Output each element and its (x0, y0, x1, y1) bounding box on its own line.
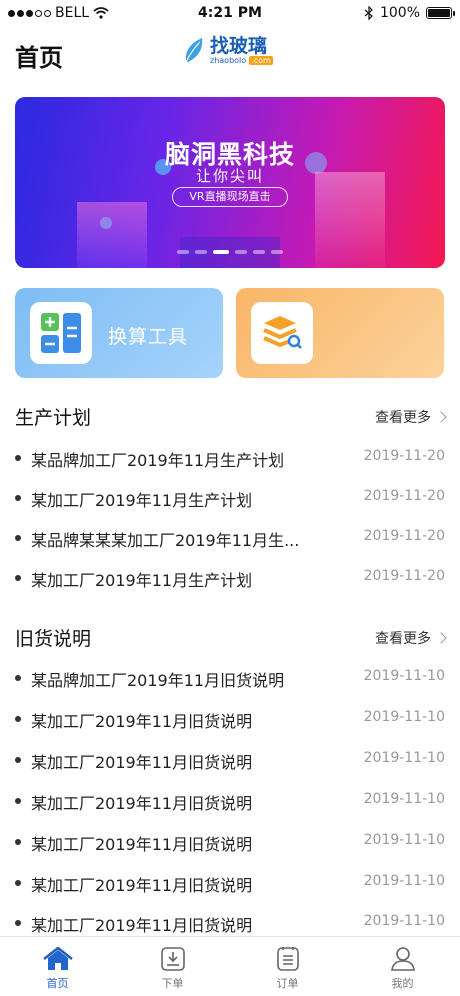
item-date: 2019-11-10 (363, 750, 445, 766)
logo-com-badge: .com (249, 56, 273, 65)
production-plan-title: 生产计划 (15, 407, 92, 429)
list-item[interactable]: 某品牌加工厂2019年11月旧货说明 2019-11-10 (15, 666, 445, 690)
item-date: 2019-11-20 (363, 448, 445, 464)
tab-home[interactable]: 首页 (0, 937, 115, 996)
item-date: 2019-11-10 (363, 791, 445, 807)
list-item[interactable]: 某加工厂2019年11月生产计划 2019-11-20 (15, 486, 445, 510)
bullet-icon (15, 716, 21, 722)
list-item[interactable]: 某加工厂2019年11月生产计划 2019-11-20 (15, 566, 445, 590)
bullet-icon (15, 798, 21, 804)
logo-sub-word: zhaobolo (210, 56, 247, 65)
chevron-right-icon (435, 411, 447, 423)
pager-dot[interactable] (195, 250, 207, 254)
item-date: 2019-11-10 (363, 832, 445, 848)
tab-orders[interactable]: 订单 (230, 937, 345, 996)
tab-label: 下单 (161, 977, 184, 990)
old-goods-title: 旧货说明 (15, 628, 92, 650)
logo-subtext: zhaobolo .com (210, 56, 273, 65)
bottom-tab-bar: 首页 下单 订单 我的 (0, 936, 460, 996)
pager-dot[interactable] (235, 250, 247, 254)
item-date: 2019-11-10 (363, 913, 445, 929)
pager-dot-active[interactable] (213, 250, 229, 254)
bullet-icon (15, 495, 21, 501)
item-title: 某加工厂2019年11月旧货说明 (31, 916, 253, 935)
list-item[interactable]: 某加工厂2019年11月旧货说明 2019-11-10 (15, 748, 445, 772)
old-goods-more-link[interactable]: 查看更多 (375, 628, 447, 648)
app-logo: 找玻璃 zhaobolo .com (182, 36, 273, 66)
layers-search-icon (251, 302, 313, 364)
item-title: 某加工厂2019年11月旧货说明 (31, 753, 253, 772)
item-date: 2019-11-10 (363, 873, 445, 889)
item-title: 某加工厂2019年11月生产计划 (31, 491, 253, 510)
item-title: 某品牌某某某加工厂2019年11月生... (31, 531, 300, 550)
bullet-icon (15, 757, 21, 763)
banner-cube-left (77, 202, 147, 268)
conversion-tool-label: 换算工具 (108, 326, 189, 348)
order-list-icon (276, 947, 299, 971)
bullet-icon (15, 839, 21, 845)
list-item[interactable]: 某加工厂2019年11月旧货说明 2019-11-10 (15, 871, 445, 895)
item-title: 某品牌加工厂2019年11月生产计划 (31, 451, 285, 470)
bullet-icon (15, 575, 21, 581)
banner-subtitle: 让你尖叫 (195, 167, 264, 185)
more-label: 查看更多 (375, 410, 431, 426)
download-tray-icon (160, 947, 185, 971)
tab-label: 订单 (276, 977, 299, 990)
bullet-icon (15, 880, 21, 886)
conversion-tool-card[interactable]: 换算工具 (15, 288, 223, 378)
home-icon (42, 946, 73, 970)
item-date: 2019-11-20 (363, 488, 445, 504)
logo-text: 找玻璃 (210, 35, 268, 57)
item-date: 2019-11-10 (363, 668, 445, 684)
item-title: 某加工厂2019年11月旧货说明 (31, 876, 253, 895)
tab-profile[interactable]: 我的 (345, 937, 460, 996)
inventory-search-card[interactable] (236, 288, 444, 378)
banner-pager (15, 250, 445, 254)
item-title: 某加工厂2019年11月旧货说明 (31, 712, 253, 731)
battery-icon (426, 7, 455, 19)
item-date: 2019-11-20 (363, 528, 445, 544)
calculator-icon (30, 302, 92, 364)
status-bar: BELL 4:21 PM 100% (0, 0, 460, 28)
item-title: 某加工厂2019年11月旧货说明 (31, 794, 253, 813)
list-item[interactable]: 某品牌某某某加工厂2019年11月生... 2019-11-20 (15, 526, 445, 550)
promo-banner[interactable]: 脑洞黑科技 让你尖叫 VR直播现场直击 (15, 97, 445, 268)
list-item[interactable]: 某加工厂2019年11月旧货说明 2019-11-10 (15, 789, 445, 813)
battery-percent: 100% (379, 5, 420, 21)
bullet-icon (15, 455, 21, 461)
more-label: 查看更多 (375, 631, 431, 647)
item-date: 2019-11-20 (363, 568, 445, 584)
app-header: 首页 找玻璃 zhaobolo .com (0, 28, 460, 80)
bullet-icon (15, 675, 21, 681)
banner-pill-label: VR直播现场直击 (172, 187, 288, 207)
list-item[interactable]: 某加工厂2019年11月旧货说明 2019-11-10 (15, 707, 445, 731)
bluetooth-icon (364, 6, 373, 20)
production-more-link[interactable]: 查看更多 (375, 407, 447, 427)
page-title: 首页 (15, 44, 63, 72)
tab-label: 首页 (46, 977, 69, 990)
bullet-icon (15, 920, 21, 926)
item-title: 某加工厂2019年11月旧货说明 (31, 835, 253, 854)
list-item[interactable]: 某加工厂2019年11月旧货说明 2019-11-10 (15, 911, 445, 935)
tab-place-order[interactable]: 下单 (115, 937, 230, 996)
status-right: 100% (364, 5, 455, 21)
tab-label: 我的 (391, 977, 414, 990)
list-item[interactable]: 某加工厂2019年11月旧货说明 2019-11-10 (15, 830, 445, 854)
pager-dot[interactable] (271, 250, 283, 254)
item-title: 某品牌加工厂2019年11月旧货说明 (31, 671, 285, 690)
bullet-icon (15, 535, 21, 541)
old-goods-header: 旧货说明 查看更多 (15, 624, 447, 652)
pager-dot[interactable] (253, 250, 265, 254)
leaf-logo-icon (185, 38, 203, 63)
item-title: 某加工厂2019年11月生产计划 (31, 571, 253, 590)
production-plan-header: 生产计划 查看更多 (15, 403, 447, 431)
chevron-right-icon (435, 632, 447, 644)
list-item[interactable]: 某品牌加工厂2019年11月生产计划 2019-11-20 (15, 446, 445, 470)
user-icon (390, 947, 415, 971)
pager-dot[interactable] (177, 250, 189, 254)
item-date: 2019-11-10 (363, 709, 445, 725)
